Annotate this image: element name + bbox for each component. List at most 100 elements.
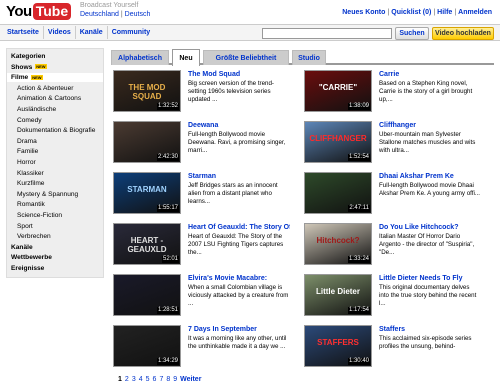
video-title-link[interactable]: Carrie [379, 70, 481, 79]
tab-most-popular[interactable]: Größte Beliebtheit [203, 50, 289, 65]
sidebar-item-label: Horror [17, 159, 36, 166]
sidebar-item-romantik[interactable]: Romantik [17, 200, 45, 209]
nav-channels[interactable]: Kanäle [76, 26, 108, 39]
video-thumbnail[interactable]: 2:47:11 [304, 172, 372, 214]
sidebar-item-horror[interactable]: Horror [17, 158, 36, 167]
thumbnail-title-art: STAFFERS [317, 338, 359, 347]
page-link-8[interactable]: 8 [166, 376, 170, 383]
sidebar-item-sport[interactable]: Sport [17, 222, 33, 231]
video-title-link[interactable]: Do You Like Hitchcock? [379, 223, 481, 232]
page-link-7[interactable]: 7 [159, 376, 163, 383]
video-thumbnail[interactable]: Hitchcock? 1:33:24 [304, 223, 372, 265]
video-thumbnail[interactable]: 1:34:29 [113, 325, 181, 367]
video-title-link[interactable]: Deewana [188, 121, 290, 130]
sidebar-item-kategorien[interactable]: Kategorien [11, 52, 45, 61]
video-thumbnail[interactable]: STAFFERS 1:30:40 [304, 325, 372, 367]
sidebar-item-dokumentation-biografie[interactable]: Dokumentation & Biografie [17, 126, 95, 135]
sidebar-item-science-fiction[interactable]: Science-Fiction [17, 211, 62, 220]
video-info: Carrie Based on a Stephen King novel, Car… [379, 70, 481, 104]
help-link[interactable]: Hilfe [437, 9, 452, 16]
video-thumbnail[interactable]: "CARRIE" 1:38:09 [304, 70, 372, 112]
sidebar-item-familie[interactable]: Familie [17, 147, 38, 156]
tagline: Broadcast Yourself [80, 2, 139, 9]
country-link[interactable]: Deutschland [80, 11, 119, 18]
tab-studio[interactable]: Studio [292, 50, 326, 65]
new-account-link[interactable]: Neues Konto [342, 9, 385, 16]
video-thumbnail[interactable]: 1:28:51 [113, 274, 181, 316]
sidebar-item-label: Verbrechen [17, 233, 51, 241]
sidebar-item-label: Drama [17, 137, 37, 145]
video-description: Full-length Bollywood movie Deewana. Rav… [188, 131, 286, 154]
video-description: It was a morning like any other, until t… [188, 335, 287, 350]
thumbnail-title-art: "CARRIE" [318, 83, 358, 92]
video-description: Big screen version of the trend-setting … [188, 80, 274, 103]
video-thumbnail[interactable]: HEART - GEAUXLD 52:01 [113, 223, 181, 265]
video-title-link[interactable]: Elvira's Movie Macabre: [188, 274, 290, 283]
new-badge: NEW [35, 64, 47, 70]
video-title-link[interactable]: Staffers [379, 325, 481, 334]
quicklist-link[interactable]: Quicklist (0) [391, 9, 431, 16]
video-title-link[interactable]: Dhaai Akshar Prem Ke [379, 172, 481, 181]
sidebar-item-ausl-ndische[interactable]: Ausländische [17, 105, 56, 114]
video-info: Staffers This acclaimed six-episode serie… [379, 325, 481, 351]
thumbnail-title-art: STARMAN [127, 185, 167, 194]
video-title-link[interactable]: Cliffhanger [379, 121, 481, 130]
sidebar-item-kurzfilme[interactable]: Kurzfilme [17, 179, 44, 188]
sidebar-item-filme[interactable]: Filme NEW [7, 73, 103, 83]
sidebar-item-label: Mystery & Spannung [17, 190, 79, 198]
video-title-link[interactable]: Little Dieter Needs To Fly [379, 274, 481, 283]
video-description: Heart of Geauxld: The Story of the 2007 … [188, 233, 284, 256]
sidebar-item-mystery-spannung[interactable]: Mystery & Spannung [17, 190, 78, 199]
video-duration: 1:32:52 [156, 103, 179, 110]
sidebar-item-label: Klassiker [17, 169, 44, 177]
page-link-9[interactable]: 9 [173, 376, 177, 383]
video-title-link[interactable]: 7 Days In September [188, 325, 290, 334]
video-duration: 1:38:09 [347, 103, 370, 110]
sidebar-item-label: Ausländische [17, 106, 57, 113]
video-card: 2:47:11 Dhaai Akshar Prem Ke Full-length B… [304, 172, 484, 220]
sidebar-item-comedy[interactable]: Comedy [17, 116, 42, 125]
nav-home[interactable]: Startseite [3, 26, 44, 39]
video-thumbnail[interactable]: STARMAN 1:55:17 [113, 172, 181, 214]
nav-community[interactable]: Community [108, 26, 155, 39]
sidebar-item-verbrechen[interactable]: Verbrechen [17, 232, 51, 241]
nav-videos[interactable]: Videos [44, 26, 76, 39]
thumbnail-title-art: THE MOD SQUAD [128, 83, 166, 101]
sidebar-item-kan-le[interactable]: Kanäle [11, 243, 33, 252]
video-title-link[interactable]: Starman [188, 172, 290, 181]
video-thumbnail[interactable]: Little Dieter 1:17:54 [304, 274, 372, 316]
page-link-6[interactable]: 6 [153, 376, 157, 383]
page-link-4[interactable]: 4 [139, 376, 143, 383]
search-button[interactable]: Suchen [395, 27, 429, 40]
sidebar-item-drama[interactable]: Drama [17, 137, 37, 146]
video-title-link[interactable]: The Mod Squad [188, 70, 290, 79]
sidebar-item-animation-cartoons[interactable]: Animation & Cartoons [17, 94, 81, 103]
tab-new[interactable]: Neu [172, 49, 200, 66]
sidebar-item-wettbewerbe[interactable]: Wettbewerbe [11, 253, 52, 262]
video-duration: 2:42:30 [156, 154, 179, 161]
language-link[interactable]: Deutsch [125, 11, 151, 18]
video-thumbnail[interactable]: CLIFFHANGER 1:52:54 [304, 121, 372, 163]
video-card: STARMAN 1:55:17 Starman Jeff Bridges stars … [113, 172, 293, 220]
upload-video-button[interactable]: Video hochladen [432, 27, 494, 40]
video-thumbnail[interactable]: THE MOD SQUAD 1:32:52 [113, 70, 181, 112]
page-link-3[interactable]: 3 [132, 376, 136, 383]
video-duration: 1:34:29 [156, 358, 179, 365]
sidebar-item-label: Dokumentation & Biografie [17, 127, 96, 135]
youtube-logo[interactable]: You Tube [6, 2, 72, 20]
video-title-link[interactable]: Heart Of Geauxld: The Story Of [188, 223, 290, 232]
search-input[interactable] [262, 28, 392, 39]
page-link-5[interactable]: 5 [146, 376, 150, 383]
sidebar-item-shows[interactable]: Shows NEW [11, 63, 47, 72]
sidebar-item-action-abenteuer[interactable]: Action & Abenteuer [17, 84, 73, 93]
next-page-link[interactable]: Weiter [180, 376, 201, 383]
sidebar-item-label: Animation & Cartoons [17, 95, 82, 103]
page-link-1[interactable]: 1 [118, 376, 122, 383]
sidebar-item-klassiker[interactable]: Klassiker [17, 169, 44, 178]
tab-alphabetical[interactable]: Alphabetisch [111, 50, 169, 65]
page-link-2[interactable]: 2 [125, 376, 129, 383]
sidebar-item-ereignisse[interactable]: Ereignisse [11, 264, 44, 273]
login-link[interactable]: Anmelden [458, 9, 492, 16]
video-thumbnail[interactable]: 2:42:30 [113, 121, 181, 163]
video-duration: 1:30:40 [347, 358, 370, 365]
